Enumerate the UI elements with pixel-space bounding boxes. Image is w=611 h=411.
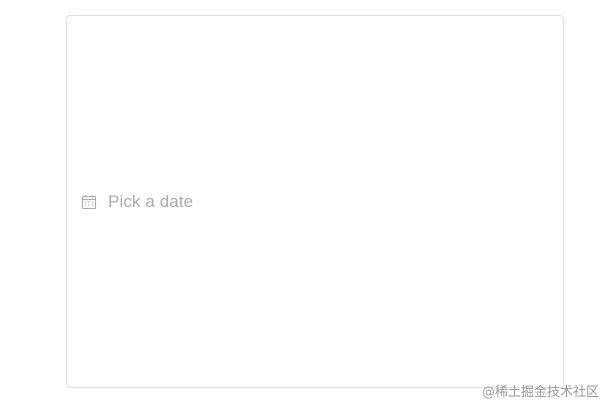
date-placeholder: Pick a date — [108, 191, 194, 211]
watermark-text: @稀土掘金技术社区 — [481, 385, 599, 400]
page: Pick a date @稀土掘金技术社区 — [0, 0, 611, 411]
calendar-icon — [80, 193, 97, 210]
date-picker-input[interactable]: Pick a date — [66, 15, 564, 388]
